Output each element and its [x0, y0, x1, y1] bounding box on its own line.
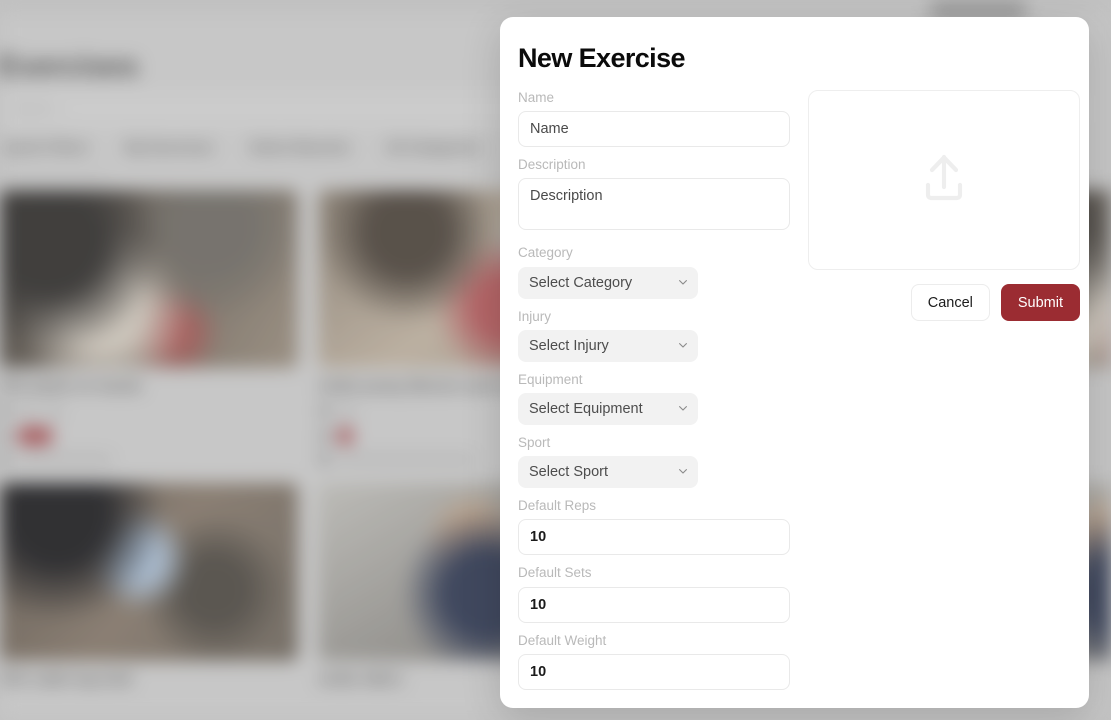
- image-dropzone[interactable]: [808, 90, 1080, 270]
- upload-icon: [913, 149, 975, 211]
- equipment-select[interactable]: Select Equipment: [518, 392, 698, 425]
- modal-title: New Exercise: [518, 43, 686, 73]
- default-sets-label: Default Sets: [518, 565, 592, 581]
- equipment-label: Equipment: [518, 371, 583, 387]
- submit-button[interactable]: Submit: [1000, 284, 1080, 321]
- name-label: Name: [518, 90, 555, 105]
- field-name: Name: [518, 90, 790, 148]
- default-weight-input[interactable]: [518, 653, 790, 690]
- default-sets-input[interactable]: [518, 586, 790, 623]
- name-input[interactable]: [518, 111, 790, 148]
- field-default-reps: Default Reps: [518, 498, 790, 556]
- default-reps-input[interactable]: [518, 519, 790, 556]
- new-exercise-modal: New Exercise Name Description Category S…: [500, 17, 1089, 708]
- injury-label: Injury: [518, 308, 552, 324]
- field-default-weight: Default Weight: [518, 633, 790, 690]
- default-weight-label: Default Weight: [518, 632, 607, 648]
- field-equipment: Equipment Select Equipment: [518, 372, 790, 425]
- injury-select[interactable]: Select Injury: [518, 329, 698, 362]
- cancel-button[interactable]: Cancel: [910, 284, 990, 321]
- field-description: Description: [518, 157, 790, 235]
- default-reps-label: Default Reps: [518, 498, 597, 514]
- category-select[interactable]: Select Category: [518, 266, 698, 299]
- sport-select[interactable]: Select Sport: [518, 456, 698, 489]
- upload-and-actions: Cancel Submit: [808, 90, 1080, 321]
- field-sport: Sport Select Sport: [518, 434, 790, 489]
- modal-actions: Cancel Submit: [808, 284, 1080, 321]
- description-input[interactable]: [518, 178, 790, 231]
- description-label: Description: [518, 157, 586, 173]
- sport-label: Sport: [518, 434, 551, 450]
- field-default-sets: Default Sets: [518, 565, 790, 623]
- field-injury: Injury Select Injury: [518, 309, 790, 362]
- exercise-form: Name Description Category Select Categor…: [518, 90, 790, 700]
- field-category: Category Select Category: [518, 245, 790, 299]
- category-label: Category: [518, 245, 573, 261]
